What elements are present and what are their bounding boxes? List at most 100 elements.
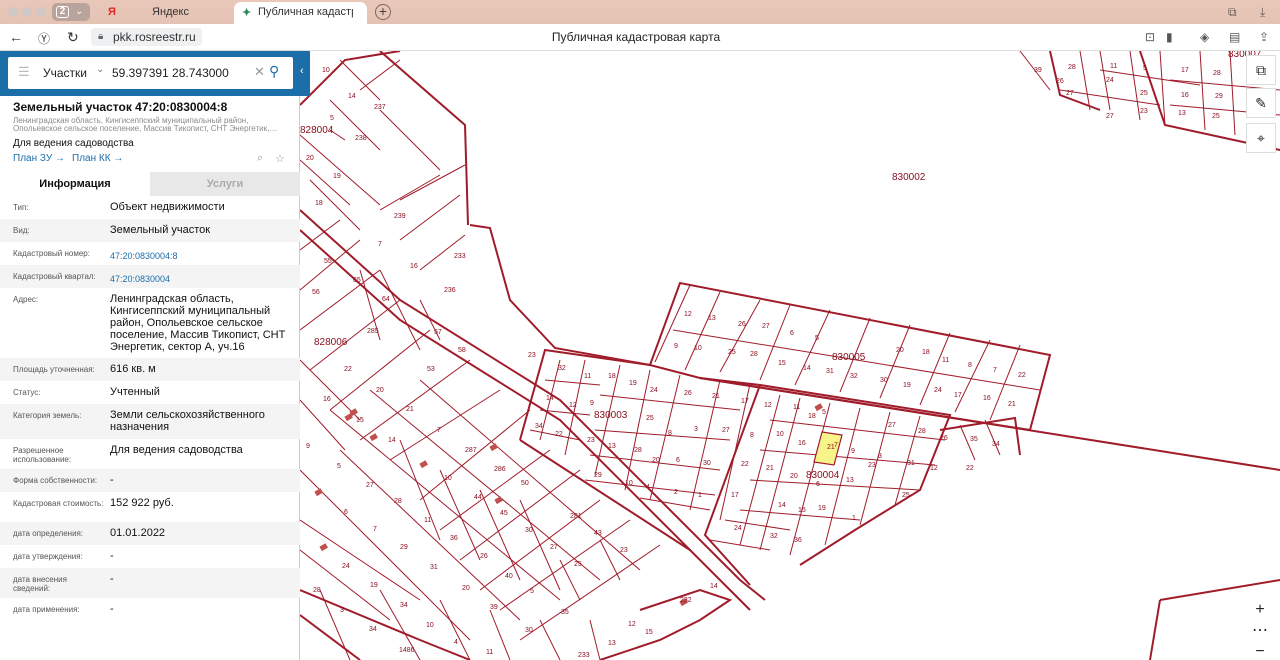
parcel-boundary <box>439 469 481 561</box>
building <box>319 543 328 552</box>
prop-cadastral-value: Кадастровая стоимость: 152 922 руб. <box>13 497 174 509</box>
prop-status: Статус: Учтенный <box>13 386 160 398</box>
parcel-number: 15 <box>778 360 786 367</box>
cadastral-map[interactable]: 830002 830005 830003 830004 828004 828006 8300… <box>300 51 1280 660</box>
tab-services[interactable]: Услуги <box>150 172 300 196</box>
parcel-boundary <box>300 469 471 641</box>
locate-icon[interactable]: ⌖ <box>1246 123 1276 153</box>
ruler-icon[interactable]: ✎ <box>1246 88 1276 118</box>
parcel-number: 28 <box>918 428 926 435</box>
tab-counter-button[interactable]: 2 ⌄ <box>52 3 90 21</box>
search-icon[interactable]: ⚲ <box>269 63 279 80</box>
parcel-number: 27 <box>1066 90 1074 97</box>
maximize-window-icon[interactable] <box>36 7 46 17</box>
parcel-number: 11 <box>942 357 949 364</box>
clear-icon[interactable]: ✕ <box>254 64 265 80</box>
tab-count: 2 <box>56 6 69 18</box>
more-options-icon[interactable]: ⋯ <box>1246 621 1274 643</box>
parcel-number: 20 <box>462 585 470 592</box>
prop-ownership: Форма собственности: - <box>0 469 300 492</box>
parcel-boundary <box>379 174 441 211</box>
download-icon[interactable]: ⤓ <box>1260 5 1265 20</box>
parcel-boundary <box>399 194 461 241</box>
tab-pkk[interactable]: ✦ Публичная кадастров <box>234 2 367 24</box>
tab-yandex[interactable]: Я Яндекс <box>100 2 230 24</box>
reader-icon[interactable]: ▤ <box>1229 30 1240 44</box>
search-type-select[interactable]: Участки <box>43 66 87 80</box>
parcel-boundary <box>399 164 466 201</box>
bookmark-icon[interactable]: ▮ <box>1166 30 1173 44</box>
parcel-number: 8 <box>750 432 754 439</box>
parcel-number: 11 <box>424 517 431 524</box>
prop-cadastral-number: Кадастровый номер: 47:20:0830004:8 <box>0 242 300 265</box>
prop-approval-date: дата утверждения: - <box>13 550 114 562</box>
parcel-number: 5 <box>1143 65 1147 72</box>
parcel-number: 18 <box>315 200 323 207</box>
parcel-number: 6 <box>676 457 680 464</box>
map-canvas[interactable]: 8300028300058300038300048280048280068300… <box>300 51 1280 660</box>
parcel-number: 28 <box>1213 70 1221 77</box>
parcel-number: 10 <box>625 480 633 487</box>
menu-icon[interactable]: ☰ <box>18 64 30 80</box>
new-tab-button[interactable]: + <box>375 4 391 20</box>
parcel-number: 56 <box>312 289 320 296</box>
layers-icon[interactable]: ⧉ <box>1246 55 1276 85</box>
star-icon[interactable]: ☆ <box>275 152 285 165</box>
zoom-in-button[interactable]: + <box>1246 600 1274 622</box>
close-window-icon[interactable] <box>8 7 18 17</box>
parcel-number: 20 <box>652 457 660 464</box>
tab-information[interactable]: Информация <box>0 172 150 196</box>
prop-type: Тип: Объект недвижимости <box>13 201 225 213</box>
parcel-number: 27 <box>722 427 730 434</box>
parcel-number: 18 <box>608 373 616 380</box>
parcel-number: 25 <box>1212 113 1220 120</box>
parcel-number: 35 <box>561 609 569 616</box>
parcel-number: 22 <box>555 431 563 438</box>
parcel-number: 12 <box>930 465 938 472</box>
boundary-line <box>939 416 1021 456</box>
parcel-number: 39 <box>490 604 498 611</box>
parcel-number: 25 <box>574 561 582 568</box>
prop-entry-date: дата внесения сведений: - <box>0 568 300 598</box>
parcel-number: 7 <box>437 427 441 434</box>
parcel-boundary <box>329 99 381 151</box>
window-mode-icon[interactable]: ⧉ <box>1228 5 1237 20</box>
parcel-number: 50 <box>521 480 529 487</box>
tab-label: Публичная кадастров <box>258 6 353 18</box>
minimize-window-icon[interactable] <box>22 7 32 17</box>
parcel-number: 18 <box>808 413 816 420</box>
parcel-number: 17 <box>954 392 962 399</box>
parcel-boundary <box>300 159 351 206</box>
extension-icon[interactable]: ⊡ <box>1145 30 1155 44</box>
plan-zu-link[interactable]: План ЗУ → <box>13 153 65 164</box>
parcel-number: 9 <box>674 343 678 350</box>
parcel-boundary <box>519 544 661 641</box>
search-input[interactable]: 59.397391 28.743000 <box>112 66 229 80</box>
parcel-number: 40 <box>505 573 513 580</box>
prop-area: Площадь уточненная: 616 кв. м <box>0 358 300 381</box>
tab-label: Яндекс <box>152 6 189 18</box>
parcel-number: 29 <box>594 472 602 479</box>
parcel-boundary <box>1199 51 1206 131</box>
search-map-icon[interactable]: ⌕ <box>257 152 263 165</box>
parcel-number: 64 <box>382 296 390 303</box>
parcel-number: 19 <box>333 173 341 180</box>
parcel-number: 29 <box>1215 93 1223 100</box>
chevron-down-icon[interactable]: ⌄ <box>96 64 104 75</box>
parcel-number: 28 <box>750 351 758 358</box>
share-icon[interactable]: ⇪ <box>1259 30 1269 44</box>
cadastral-number-link[interactable]: 47:20:0830004:8 <box>110 250 295 262</box>
parcel-number: 20 <box>790 473 798 480</box>
collapse-panel-icon[interactable]: ‹ <box>300 65 304 77</box>
plan-kk-link[interactable]: План КК → <box>72 153 123 164</box>
parcel-number: 34 <box>992 441 1000 448</box>
parcel-number: 15 <box>356 417 364 424</box>
collections-icon[interactable]: ◈ <box>1200 30 1209 44</box>
parcel-number: 26 <box>1056 78 1064 85</box>
cadastral-quarter-link[interactable]: 47:20:0830004 <box>110 273 295 285</box>
quarter-label: 830004 <box>806 470 840 481</box>
zoom-out-button[interactable]: − <box>1246 642 1274 660</box>
parcel-boundary <box>499 519 631 611</box>
parcel-boundary <box>1079 51 1091 111</box>
parcel-number: 30 <box>703 460 711 467</box>
